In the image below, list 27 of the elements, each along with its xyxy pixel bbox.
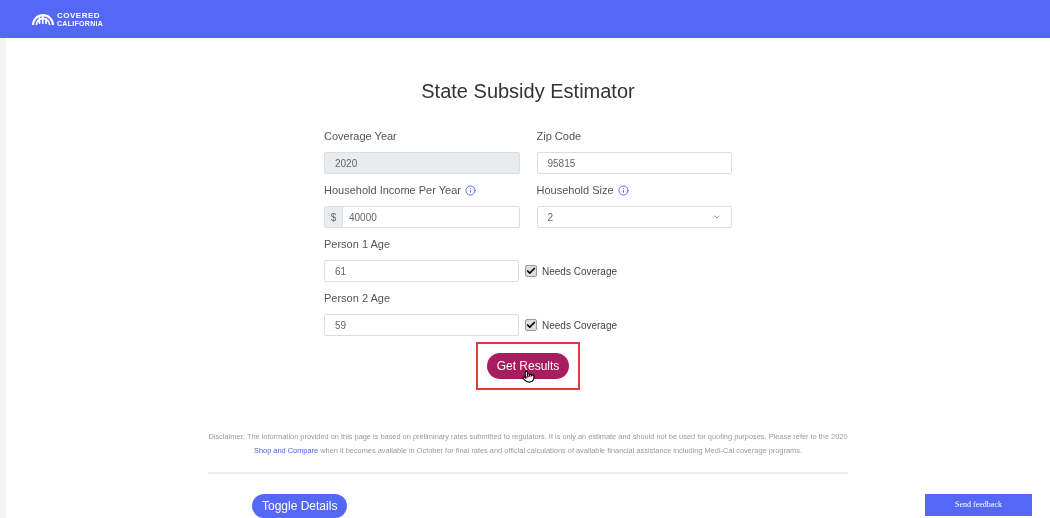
field-label: Household Income Per Year [324, 182, 461, 198]
page-title: State Subsidy Estimator [421, 79, 635, 104]
field-label: Household Size [536, 182, 614, 198]
checkbox[interactable] [525, 319, 537, 331]
info-icon[interactable] [617, 184, 629, 196]
toggle-details-button[interactable]: Toggle Details [252, 494, 348, 518]
age-field[interactable]: 61 [324, 260, 519, 282]
field-label: Zip Code [536, 128, 582, 144]
checkbox-label: Needs Coverage [542, 264, 618, 279]
checkbox[interactable] [525, 265, 537, 277]
checkbox-label: Needs Coverage [542, 318, 618, 333]
text-field[interactable]: 95815 [536, 152, 732, 174]
field-label: Coverage Year [324, 128, 397, 144]
send-feedback-button[interactable]: Send feedback [925, 494, 1032, 516]
hand-cursor-icon [521, 370, 535, 383]
income-input[interactable]: 40000 [343, 207, 519, 227]
currency-prefix: $ [325, 207, 343, 227]
select-field[interactable]: 2 [536, 206, 732, 228]
get-results-button[interactable]: Get Results [486, 353, 570, 379]
dropdown-icon [713, 213, 721, 221]
field-label: Person 1 Age [324, 236, 391, 252]
info-icon[interactable] [465, 184, 476, 196]
logo-icon [32, 13, 54, 25]
income-field[interactable]: $ 40000 [324, 206, 520, 228]
field-label: Person 2 Age [324, 290, 391, 306]
age-field[interactable]: 59 [324, 314, 519, 336]
logo-text: COVERED [57, 11, 102, 20]
